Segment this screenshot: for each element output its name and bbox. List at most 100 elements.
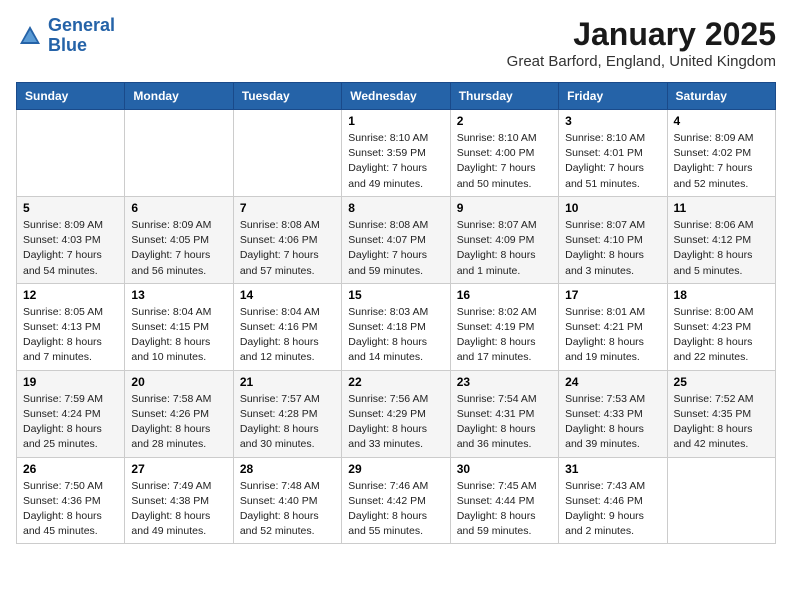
logo-icon [16,22,44,50]
day-info: Sunrise: 7:46 AM Sunset: 4:42 PM Dayligh… [348,479,443,540]
calendar-cell: 4Sunrise: 8:09 AM Sunset: 4:02 PM Daylig… [667,110,775,197]
calendar-cell: 5 Sunrise: 8:09 AM Sunset: 4:03 PM Daylig… [17,196,125,283]
calendar-cell: 6 Sunrise: 8:09 AM Sunset: 4:05 PM Daylig… [125,196,233,283]
calendar-cell: 31Sunrise: 7:43 AM Sunset: 4:46 PM Dayli… [559,457,667,544]
weekday-header-wednesday: Wednesday [342,83,450,110]
calendar-cell: 18 Sunrise: 8:00 AM Sunset: 4:23 PM Dayli… [667,283,775,370]
calendar-cell: 27 Sunrise: 7:49 AM Sunset: 4:38 PM Dayli… [125,457,233,544]
weekday-header-saturday: Saturday [667,83,775,110]
day-info: Sunrise: 7:59 AM Sunset: 4:24 PM Dayligh… [23,392,118,453]
day-number: 8 [348,201,443,215]
day-number: 7 [240,201,335,215]
calendar-cell [125,110,233,197]
calendar-cell: 8 Sunrise: 8:08 AM Sunset: 4:07 PM Daylig… [342,196,450,283]
day-info: Sunrise: 8:09 AM Sunset: 4:02 PM Dayligh… [674,131,769,192]
calendar-cell [667,457,775,544]
calendar-cell: 19Sunrise: 7:59 AM Sunset: 4:24 PM Dayli… [17,370,125,457]
day-number: 22 [348,375,443,389]
day-number: 9 [457,201,552,215]
day-info: Sunrise: 8:09 AM Sunset: 4:03 PM Dayligh… [23,218,118,279]
day-info: Sunrise: 7:48 AM Sunset: 4:40 PM Dayligh… [240,479,335,540]
day-number: 12 [23,288,118,302]
calendar-cell [17,110,125,197]
calendar-cell: 11 Sunrise: 8:06 AM Sunset: 4:12 PM Dayli… [667,196,775,283]
calendar-cell: 23 Sunrise: 7:54 AM Sunset: 4:31 PM Dayli… [450,370,558,457]
day-info: Sunrise: 7:56 AM Sunset: 4:29 PM Dayligh… [348,392,443,453]
day-info: Sunrise: 8:07 AM Sunset: 4:09 PM Dayligh… [457,218,552,279]
day-info: Sunrise: 8:05 AM Sunset: 4:13 PM Dayligh… [23,305,118,366]
calendar-cell: 25Sunrise: 7:52 AM Sunset: 4:35 PM Dayli… [667,370,775,457]
logo: General Blue [16,16,115,56]
day-info: Sunrise: 8:08 AM Sunset: 4:07 PM Dayligh… [348,218,443,279]
weekday-header-friday: Friday [559,83,667,110]
day-number: 10 [565,201,660,215]
day-number: 5 [23,201,118,215]
location: Great Barford, England, United Kingdom [507,53,776,70]
day-info: Sunrise: 8:02 AM Sunset: 4:19 PM Dayligh… [457,305,552,366]
day-info: Sunrise: 7:45 AM Sunset: 4:44 PM Dayligh… [457,479,552,540]
title-block: January 2025 Great Barford, England, Uni… [507,16,776,70]
day-info: Sunrise: 7:54 AM Sunset: 4:31 PM Dayligh… [457,392,552,453]
weekday-header-monday: Monday [125,83,233,110]
calendar-cell [233,110,341,197]
day-info: Sunrise: 8:04 AM Sunset: 4:16 PM Dayligh… [240,305,335,366]
calendar-cell: 7 Sunrise: 8:08 AM Sunset: 4:06 PM Daylig… [233,196,341,283]
day-number: 21 [240,375,335,389]
day-number: 24 [565,375,660,389]
calendar-cell: 20 Sunrise: 7:58 AM Sunset: 4:26 PM Dayli… [125,370,233,457]
day-info: Sunrise: 7:53 AM Sunset: 4:33 PM Dayligh… [565,392,660,453]
day-info: Sunrise: 8:06 AM Sunset: 4:12 PM Dayligh… [674,218,769,279]
day-number: 16 [457,288,552,302]
day-info: Sunrise: 8:03 AM Sunset: 4:18 PM Dayligh… [348,305,443,366]
calendar-cell: 21 Sunrise: 7:57 AM Sunset: 4:28 PM Dayli… [233,370,341,457]
calendar-cell: 14 Sunrise: 8:04 AM Sunset: 4:16 PM Dayli… [233,283,341,370]
page-header: General Blue January 2025 Great Barford,… [16,16,776,70]
logo-text: General Blue [48,16,115,56]
weekday-header-tuesday: Tuesday [233,83,341,110]
day-number: 28 [240,462,335,476]
calendar-cell: 24 Sunrise: 7:53 AM Sunset: 4:33 PM Dayli… [559,370,667,457]
day-info: Sunrise: 7:49 AM Sunset: 4:38 PM Dayligh… [131,479,226,540]
calendar-cell: 1Sunrise: 8:10 AM Sunset: 3:59 PM Daylig… [342,110,450,197]
calendar-cell: 29 Sunrise: 7:46 AM Sunset: 4:42 PM Dayli… [342,457,450,544]
day-info: Sunrise: 8:00 AM Sunset: 4:23 PM Dayligh… [674,305,769,366]
day-info: Sunrise: 7:58 AM Sunset: 4:26 PM Dayligh… [131,392,226,453]
calendar-cell: 9 Sunrise: 8:07 AM Sunset: 4:09 PM Daylig… [450,196,558,283]
day-info: Sunrise: 7:50 AM Sunset: 4:36 PM Dayligh… [23,479,118,540]
calendar-cell: 22 Sunrise: 7:56 AM Sunset: 4:29 PM Dayli… [342,370,450,457]
day-number: 20 [131,375,226,389]
day-info: Sunrise: 8:07 AM Sunset: 4:10 PM Dayligh… [565,218,660,279]
day-number: 6 [131,201,226,215]
day-number: 18 [674,288,769,302]
calendar-cell: 17Sunrise: 8:01 AM Sunset: 4:21 PM Dayli… [559,283,667,370]
day-number: 2 [457,114,552,128]
day-number: 31 [565,462,660,476]
day-number: 17 [565,288,660,302]
day-number: 3 [565,114,660,128]
day-info: Sunrise: 7:52 AM Sunset: 4:35 PM Dayligh… [674,392,769,453]
day-info: Sunrise: 8:10 AM Sunset: 3:59 PM Dayligh… [348,131,443,192]
weekday-header-thursday: Thursday [450,83,558,110]
calendar-cell: 15Sunrise: 8:03 AM Sunset: 4:18 PM Dayli… [342,283,450,370]
calendar-cell: 10 Sunrise: 8:07 AM Sunset: 4:10 PM Dayli… [559,196,667,283]
day-number: 23 [457,375,552,389]
day-info: Sunrise: 8:10 AM Sunset: 4:00 PM Dayligh… [457,131,552,192]
day-number: 29 [348,462,443,476]
calendar-cell: 2 Sunrise: 8:10 AM Sunset: 4:00 PM Daylig… [450,110,558,197]
day-info: Sunrise: 8:08 AM Sunset: 4:06 PM Dayligh… [240,218,335,279]
month-title: January 2025 [507,16,776,53]
calendar-table: SundayMondayTuesdayWednesdayThursdayFrid… [16,82,776,544]
weekday-header-sunday: Sunday [17,83,125,110]
day-number: 27 [131,462,226,476]
day-number: 13 [131,288,226,302]
day-number: 30 [457,462,552,476]
calendar-cell: 3 Sunrise: 8:10 AM Sunset: 4:01 PM Daylig… [559,110,667,197]
day-info: Sunrise: 7:57 AM Sunset: 4:28 PM Dayligh… [240,392,335,453]
day-number: 14 [240,288,335,302]
calendar-cell: 12 Sunrise: 8:05 AM Sunset: 4:13 PM Dayli… [17,283,125,370]
calendar-cell: 28 Sunrise: 7:48 AM Sunset: 4:40 PM Dayli… [233,457,341,544]
day-info: Sunrise: 8:09 AM Sunset: 4:05 PM Dayligh… [131,218,226,279]
day-number: 11 [674,201,769,215]
day-number: 26 [23,462,118,476]
day-info: Sunrise: 8:10 AM Sunset: 4:01 PM Dayligh… [565,131,660,192]
